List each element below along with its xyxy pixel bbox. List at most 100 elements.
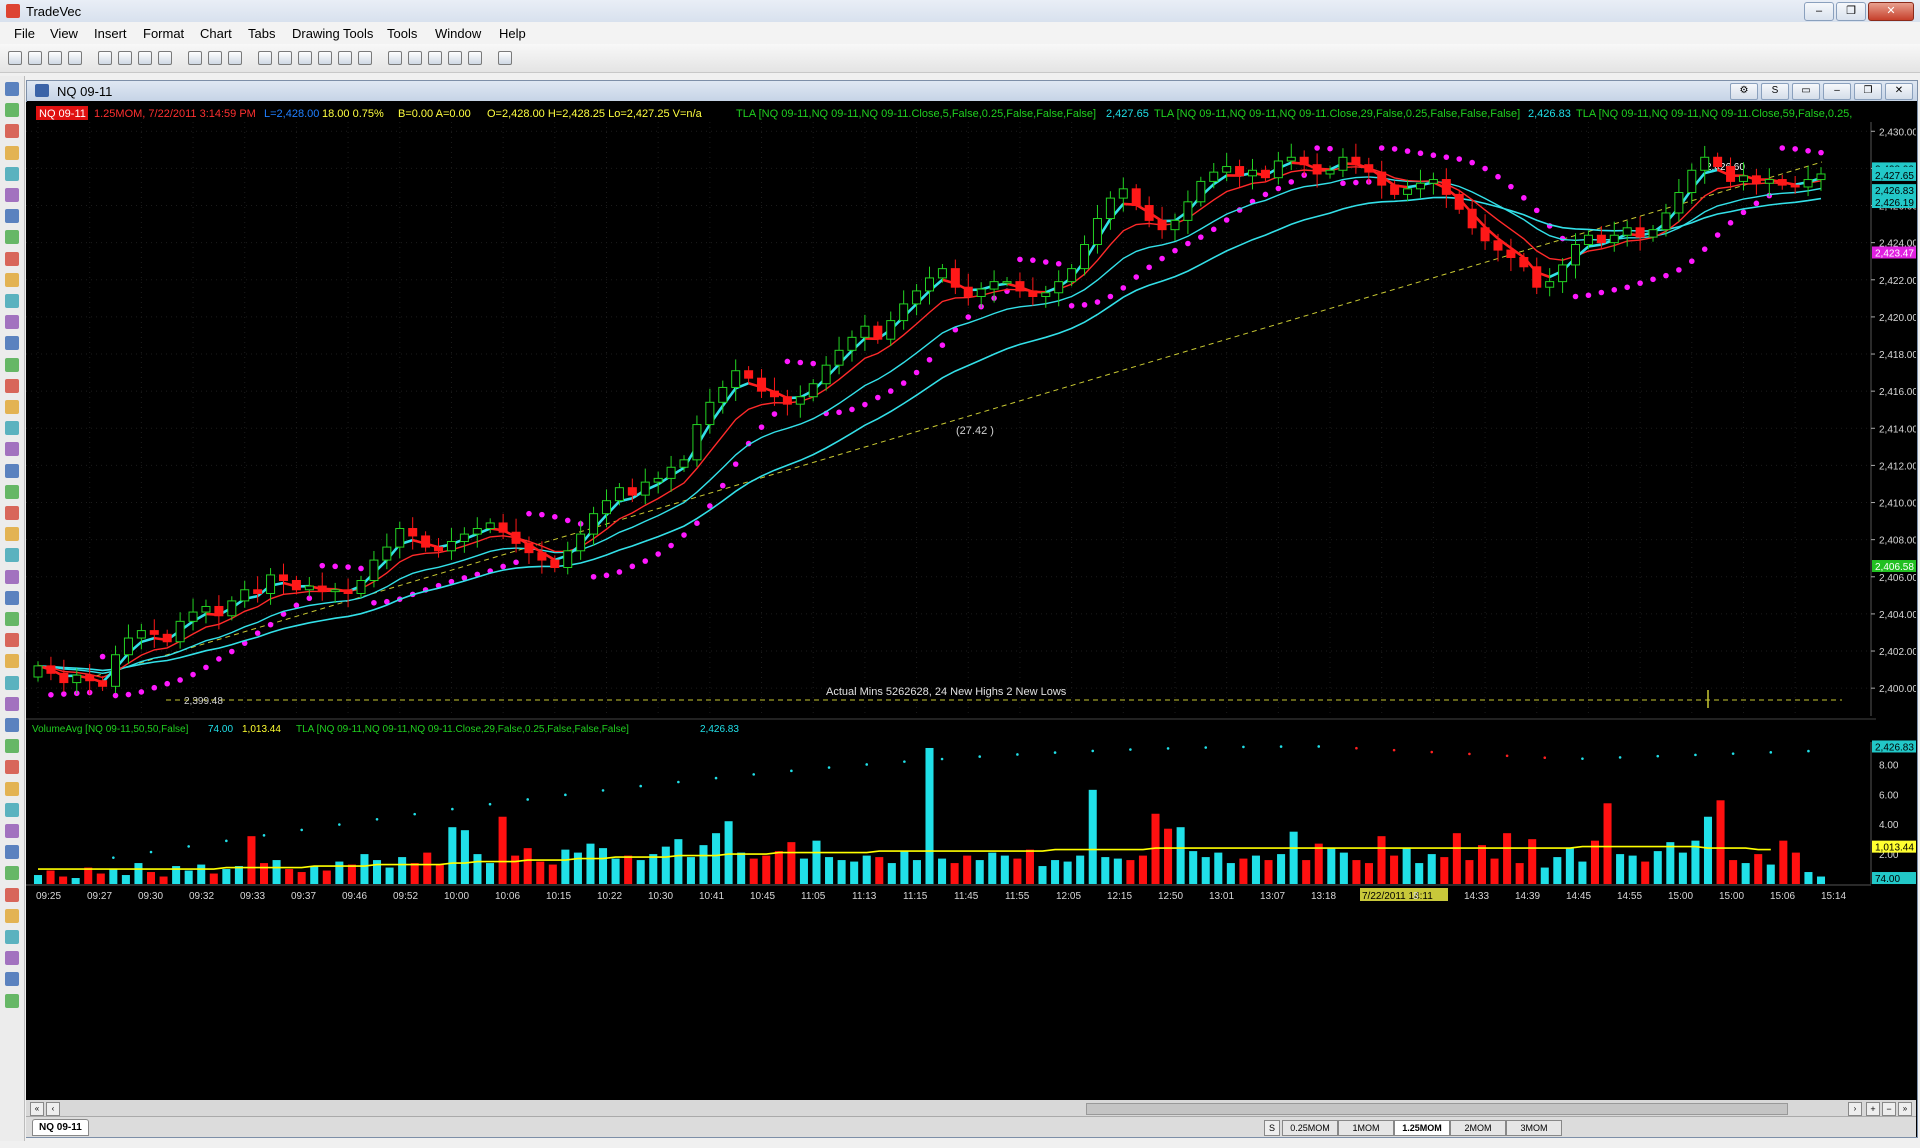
candle-body[interactable] xyxy=(72,674,82,684)
volume-bar[interactable] xyxy=(611,858,620,884)
candle-body[interactable] xyxy=(356,579,366,594)
scroll-first-button[interactable]: « xyxy=(30,1102,44,1116)
candle-body[interactable] xyxy=(434,546,444,552)
volume-bar[interactable] xyxy=(1804,872,1813,884)
volume-bar[interactable] xyxy=(222,869,231,884)
candle-body[interactable] xyxy=(1325,169,1335,175)
candle-body[interactable] xyxy=(640,481,650,496)
volume-bar[interactable] xyxy=(1189,851,1198,884)
candle-body[interactable] xyxy=(1816,173,1826,181)
candle-body[interactable] xyxy=(330,589,340,593)
zoom-in-icon[interactable] xyxy=(298,51,312,65)
menu-help[interactable]: Help xyxy=(499,26,526,41)
candle-body[interactable] xyxy=(162,633,172,643)
volume-bar[interactable] xyxy=(737,852,746,884)
candle-body[interactable] xyxy=(317,585,327,593)
volume-bar[interactable] xyxy=(1440,857,1449,884)
left-arrow-tool-icon[interactable] xyxy=(5,633,19,648)
volume-bar[interactable] xyxy=(1678,852,1687,884)
save-icon[interactable] xyxy=(68,51,82,65)
volume-bar[interactable] xyxy=(837,860,846,884)
chart-icon[interactable] xyxy=(188,51,202,65)
candle-body[interactable] xyxy=(1803,179,1813,188)
candle-body[interactable] xyxy=(834,349,844,366)
volume-bar[interactable] xyxy=(1528,839,1537,884)
volume-bar[interactable] xyxy=(1113,858,1122,884)
menu-insert[interactable]: Insert xyxy=(94,26,127,41)
candle-body[interactable] xyxy=(976,288,986,297)
candle-body[interactable] xyxy=(1092,218,1102,246)
volume-bar[interactable] xyxy=(624,855,633,884)
volume-bar[interactable] xyxy=(1164,828,1173,884)
candle-body[interactable] xyxy=(59,672,69,684)
alert-icon[interactable] xyxy=(498,51,512,65)
volume-bar[interactable] xyxy=(71,878,80,884)
price-chart[interactable]: NQ 09-11 1.25MOM, 7/22/2011 3:14:59 PM L… xyxy=(26,102,1916,1100)
candle-body[interactable] xyxy=(718,386,728,403)
volume-bar[interactable] xyxy=(762,855,771,884)
volume-bar[interactable] xyxy=(1377,836,1386,884)
candle-body[interactable] xyxy=(1674,192,1684,214)
candle-body[interactable] xyxy=(899,303,909,322)
volume-bar[interactable] xyxy=(799,858,808,884)
volume-bar[interactable] xyxy=(1779,840,1788,884)
menu-tabs[interactable]: Tabs xyxy=(248,26,275,41)
candle-body[interactable] xyxy=(188,611,198,622)
volume-bar[interactable] xyxy=(1264,860,1273,884)
volume-bar[interactable] xyxy=(1126,860,1135,884)
volume-bar[interactable] xyxy=(410,863,419,884)
volume-bar[interactable] xyxy=(1716,800,1725,884)
candle-body[interactable] xyxy=(1144,205,1154,221)
volume-bar[interactable] xyxy=(1364,863,1373,884)
volume-bar[interactable] xyxy=(925,747,934,884)
volume-bar[interactable] xyxy=(938,858,947,884)
close-button[interactable]: ✕ xyxy=(1868,2,1914,21)
volume-bar[interactable] xyxy=(548,864,557,884)
candle-body[interactable] xyxy=(1196,180,1206,203)
candle-body[interactable] xyxy=(240,589,250,602)
volume-bar[interactable] xyxy=(272,860,281,884)
candle-body[interactable] xyxy=(1622,227,1632,236)
show-tool-icon[interactable] xyxy=(5,951,19,966)
chart-scrollbar[interactable]: « ‹ › + − » xyxy=(26,1100,1916,1116)
volume-bar[interactable] xyxy=(963,855,972,884)
candle-body[interactable] xyxy=(873,325,883,340)
cycle-tool-icon[interactable] xyxy=(5,718,19,732)
interval-1mom[interactable]: 1MOM xyxy=(1338,1120,1394,1136)
volume-bar[interactable] xyxy=(435,864,444,884)
candle-body[interactable] xyxy=(589,513,599,535)
candle-body[interactable] xyxy=(1777,179,1787,186)
candle-body[interactable] xyxy=(679,459,689,468)
candle-body[interactable] xyxy=(1028,290,1038,297)
flag-tool-icon[interactable] xyxy=(5,569,19,584)
volume-bar[interactable] xyxy=(373,860,382,884)
candle-body[interactable] xyxy=(33,665,43,678)
volume-bar[interactable] xyxy=(1289,831,1298,884)
candle-body[interactable] xyxy=(537,552,547,561)
volume-bar[interactable] xyxy=(1051,860,1060,884)
volume-bar[interactable] xyxy=(335,861,344,884)
volume-bar[interactable] xyxy=(1791,852,1800,884)
line-icon[interactable] xyxy=(408,51,422,65)
volume-bar[interactable] xyxy=(1176,827,1185,884)
candle-body[interactable] xyxy=(369,559,379,581)
candle-body[interactable] xyxy=(291,579,301,591)
volume-bar[interactable] xyxy=(1251,855,1260,884)
volume-bar[interactable] xyxy=(900,851,909,884)
bar-icon[interactable] xyxy=(358,51,372,65)
volume-bar[interactable] xyxy=(398,857,407,884)
volume-bar[interactable] xyxy=(1490,858,1499,884)
candle-body[interactable] xyxy=(511,531,521,544)
zoom-out-icon[interactable] xyxy=(318,51,332,65)
volume-bar[interactable] xyxy=(1766,864,1775,884)
volume-bar[interactable] xyxy=(1339,852,1348,884)
candle-body[interactable] xyxy=(1209,171,1219,182)
candle-body[interactable] xyxy=(924,277,935,292)
open-icon[interactable] xyxy=(28,51,42,65)
candle-body[interactable] xyxy=(744,370,754,379)
candle-body[interactable] xyxy=(1260,169,1270,179)
candle-body[interactable] xyxy=(782,396,792,405)
candle-body[interactable] xyxy=(1105,197,1115,220)
candle-body[interactable] xyxy=(963,286,973,297)
mark-tool-icon[interactable] xyxy=(5,887,19,902)
